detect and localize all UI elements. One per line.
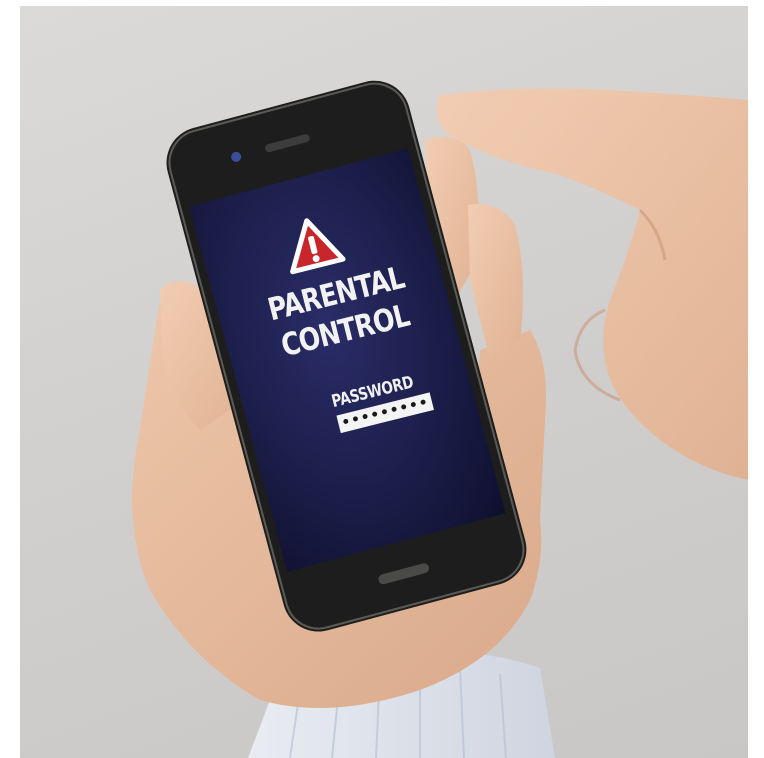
finger-low bbox=[468, 204, 524, 360]
photo: PARENTAL CONTROL PASSWORD ••••••••• bbox=[0, 0, 764, 758]
scene-illustration bbox=[132, 80, 748, 758]
